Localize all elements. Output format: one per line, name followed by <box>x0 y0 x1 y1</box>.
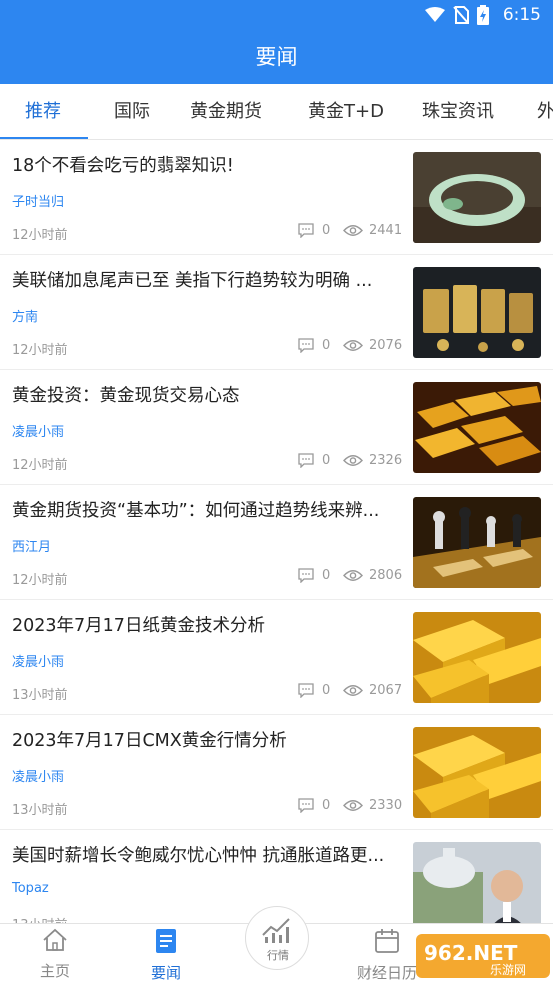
comment-count: 0 <box>298 798 330 813</box>
comment-icon <box>298 223 314 238</box>
calendar-icon <box>375 929 399 953</box>
article-time: 13小时前 <box>12 688 68 703</box>
article-item[interactable]: 黄金期货投资“基本功”：如何通过趋势线来辨... 西江月 12小时前 0 280… <box>0 485 553 600</box>
comment-count: 0 <box>298 338 330 353</box>
view-count-value: 2076 <box>369 338 403 353</box>
tab-gold-td[interactable]: 黄金T+D <box>308 84 384 139</box>
article-item[interactable]: 黄金投资：黄金现货交易心态 凌晨小雨 12小时前 0 2326 <box>0 370 553 485</box>
article-author[interactable]: 凌晨小雨 <box>12 651 64 670</box>
article-title: 2023年7月17日纸黄金技术分析 <box>12 616 265 636</box>
status-time: 6:15 <box>502 5 541 25</box>
view-count: 2806 <box>343 568 402 583</box>
article-time: 12小时前 <box>12 458 68 473</box>
eye-icon <box>343 340 363 351</box>
article-time: 13小时前 <box>12 914 68 923</box>
comment-count: 0 <box>298 453 330 468</box>
view-count: 2326 <box>343 453 402 468</box>
site-watermark: 962.NET 乐游网 <box>416 934 550 978</box>
comment-count-value: 0 <box>322 453 331 468</box>
tab-recommend[interactable]: 推荐 <box>25 84 61 139</box>
article-title: 黄金投资：黄金现货交易心态 <box>12 386 240 406</box>
article-title: 美国时薪增长令鲍威尔忧心忡忡 抗通胀道路更... <box>12 846 385 866</box>
home-icon <box>43 928 67 951</box>
nav-market-label: 行情 <box>267 949 289 962</box>
eye-icon <box>343 455 363 466</box>
article-item[interactable]: 美联储加息尾声已至 美指下行趋势较为明确 ... 方南 12小时前 0 2076 <box>0 255 553 370</box>
article-item[interactable]: 18个不看会吃亏的翡翠知识! 子时当归 12小时前 0 2441 <box>0 140 553 255</box>
article-list: 18个不看会吃亏的翡翠知识! 子时当归 12小时前 0 2441 美联储加息尾声… <box>0 140 553 923</box>
comment-count-value: 0 <box>322 798 331 813</box>
comment-count: 0 <box>298 568 330 583</box>
eye-icon <box>343 570 363 581</box>
chart-icon <box>262 918 290 943</box>
article-thumbnail[interactable] <box>413 152 541 243</box>
comment-count-value: 0 <box>322 223 331 238</box>
article-title: 黄金期货投资“基本功”：如何通过趋势线来辨... <box>12 501 380 521</box>
article-item[interactable]: 2023年7月17日CMX黄金行情分析 凌晨小雨 13小时前 0 2330 <box>0 715 553 830</box>
article-author[interactable]: 方南 <box>12 306 38 325</box>
article-title: 18个不看会吃亏的翡翠知识! <box>12 156 234 176</box>
comment-count-value: 0 <box>322 683 331 698</box>
tab-jewelry-news[interactable]: 珠宝资讯 <box>422 84 494 139</box>
nav-home-label: 主页 <box>39 962 70 980</box>
page-title: 要闻 <box>255 45 298 69</box>
news-icon <box>156 929 176 953</box>
nav-news[interactable]: 要闻 <box>121 928 211 983</box>
eye-icon <box>343 225 363 236</box>
nav-home[interactable]: 主页 <box>10 928 100 981</box>
article-thumbnail[interactable] <box>413 842 541 923</box>
article-thumbnail[interactable] <box>413 267 541 358</box>
article-author[interactable]: 西江月 <box>12 536 51 555</box>
wifi-icon <box>424 7 445 22</box>
article-title: 2023年7月17日CMX黄金行情分析 <box>12 731 287 751</box>
comment-icon <box>298 453 314 468</box>
status-bar: 6:15 <box>0 0 553 30</box>
no-sim-icon <box>453 6 469 24</box>
battery-icon <box>476 5 489 25</box>
article-time: 12小时前 <box>12 343 68 358</box>
comment-count-value: 0 <box>322 568 331 583</box>
article-author[interactable]: 子时当归 <box>12 191 64 210</box>
nav-market[interactable]: 行情 <box>245 906 309 970</box>
article-title: 美联储加息尾声已至 美指下行趋势较为明确 ... <box>12 271 373 291</box>
app-header: 6:15 要闻 <box>0 0 553 84</box>
article-time: 13小时前 <box>12 803 68 818</box>
view-count-value: 2326 <box>369 453 403 468</box>
article-thumbnail[interactable] <box>413 612 541 703</box>
article-author[interactable]: Topaz <box>12 881 49 896</box>
view-count: 2330 <box>343 798 402 813</box>
nav-news-label: 要闻 <box>150 964 181 982</box>
comment-count: 0 <box>298 223 330 238</box>
article-time: 12小时前 <box>12 228 68 243</box>
comment-icon <box>298 798 314 813</box>
view-count-value: 2441 <box>369 223 403 238</box>
article-thumbnail[interactable] <box>413 497 541 588</box>
comment-icon <box>298 568 314 583</box>
watermark-subtext: 乐游网 <box>490 963 526 977</box>
article-time: 12小时前 <box>12 573 68 588</box>
comment-icon <box>298 338 314 353</box>
article-item[interactable]: 2023年7月17日纸黄金技术分析 凌晨小雨 13小时前 0 2067 <box>0 600 553 715</box>
tab-forex[interactable]: 外 <box>537 84 553 139</box>
eye-icon <box>343 800 363 811</box>
eye-icon <box>343 685 363 696</box>
watermark-text: 962.NET <box>424 941 518 965</box>
tab-international[interactable]: 国际 <box>114 84 150 139</box>
view-count-value: 2330 <box>369 798 403 813</box>
comment-count-value: 0 <box>322 338 331 353</box>
view-count: 2067 <box>343 683 402 698</box>
article-thumbnail[interactable] <box>413 382 541 473</box>
comment-count: 0 <box>298 683 330 698</box>
article-author[interactable]: 凌晨小雨 <box>12 421 64 440</box>
status-icons: 6:15 <box>424 4 541 26</box>
article-author[interactable]: 凌晨小雨 <box>12 766 64 785</box>
article-thumbnail[interactable] <box>413 727 541 818</box>
comment-icon <box>298 683 314 698</box>
view-count-value: 2806 <box>369 568 403 583</box>
tab-gold-futures[interactable]: 黄金期货 <box>190 84 262 139</box>
view-count: 2076 <box>343 338 402 353</box>
category-tabs: 推荐 国际 黄金期货 黄金T+D 珠宝资讯 外 <box>0 84 553 140</box>
view-count-value: 2067 <box>369 683 403 698</box>
view-count: 2441 <box>343 223 402 238</box>
